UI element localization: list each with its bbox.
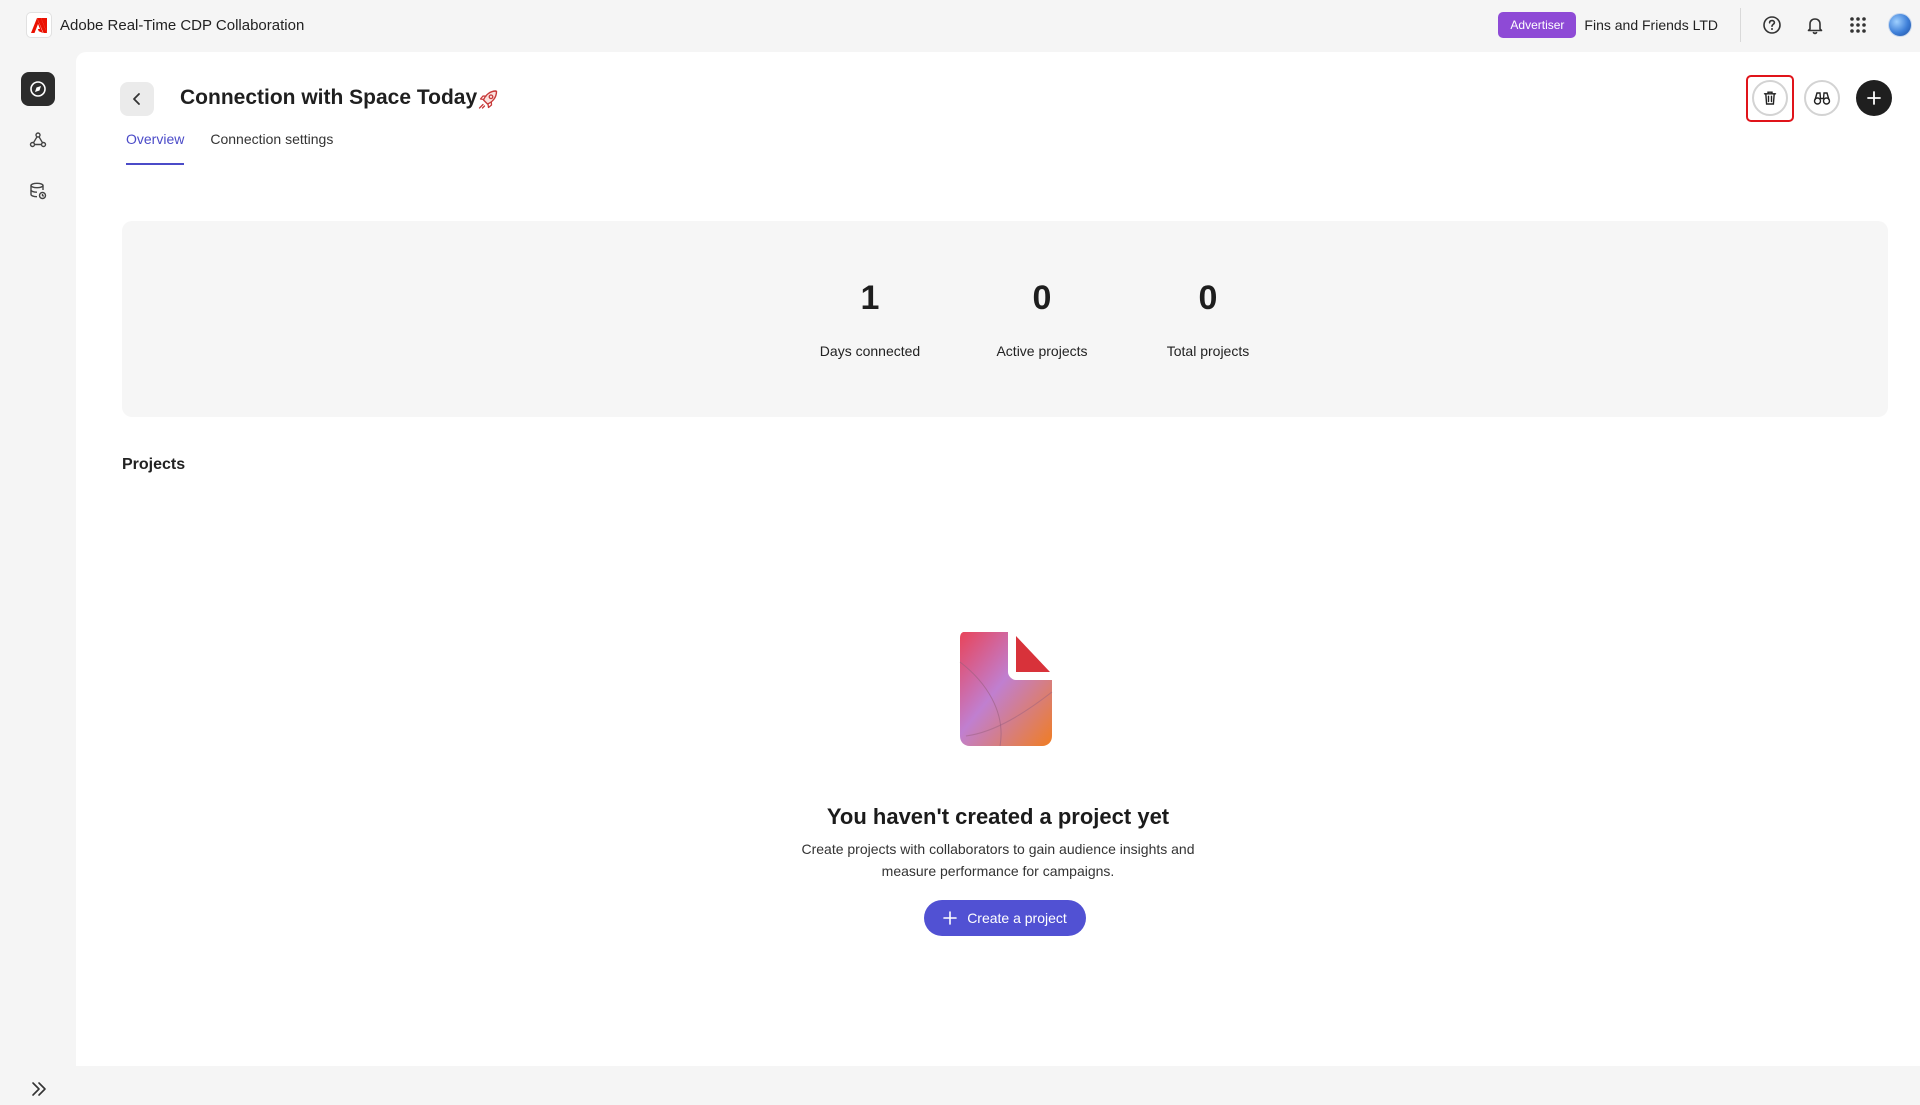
avatar[interactable] bbox=[1888, 13, 1912, 37]
stat-active-projects: 0 Active projects bbox=[962, 279, 1122, 359]
brand[interactable]: Adobe Real-Time CDP Collaboration bbox=[26, 12, 304, 38]
rocket-icon bbox=[474, 86, 502, 114]
plus-icon bbox=[943, 911, 957, 925]
stat-value: 0 bbox=[1032, 279, 1052, 317]
create-project-button[interactable]: Create a project bbox=[924, 900, 1086, 936]
chevron-double-right-icon[interactable] bbox=[28, 1078, 50, 1100]
stats-card: 1 Days connected 0 Active projects 0 Tot… bbox=[122, 221, 1888, 417]
page-title: Connection with Space Today bbox=[180, 86, 478, 109]
binoculars-button[interactable] bbox=[1804, 80, 1840, 116]
top-bar: Adobe Real-Time CDP Collaboration Advert… bbox=[0, 0, 1920, 50]
delete-button[interactable] bbox=[1752, 80, 1788, 116]
bell-icon[interactable] bbox=[1800, 10, 1830, 40]
stat-value: 0 bbox=[1198, 279, 1218, 317]
help-icon[interactable] bbox=[1757, 10, 1787, 40]
empty-document-icon bbox=[956, 632, 1056, 747]
connections-icon[interactable] bbox=[21, 123, 55, 157]
back-button[interactable] bbox=[120, 82, 154, 116]
stat-label: Active projects bbox=[996, 343, 1088, 359]
stat-label: Total projects bbox=[1166, 343, 1250, 359]
tab-bar: Overview Connection settings bbox=[126, 131, 359, 165]
stat-label: Days connected bbox=[819, 343, 921, 359]
create-project-label: Create a project bbox=[967, 910, 1067, 926]
chevron-left-icon bbox=[133, 93, 140, 105]
empty-state-description: Create projects with collaborators to ga… bbox=[801, 841, 1195, 879]
add-icon bbox=[1867, 91, 1881, 105]
binoculars-icon bbox=[1813, 92, 1831, 105]
empty-state-title: You haven't created a project yet bbox=[826, 804, 1170, 829]
delete-icon bbox=[1763, 91, 1777, 105]
apps-grid-icon[interactable] bbox=[1843, 10, 1873, 40]
add-button[interactable] bbox=[1856, 80, 1892, 116]
collaboration-home-icon[interactable] bbox=[21, 72, 55, 106]
org-name[interactable]: Fins and Friends LTD bbox=[1584, 17, 1718, 33]
stat-value: 1 bbox=[860, 279, 880, 317]
main-panel: Connection with Space Today Overview Con… bbox=[76, 52, 1920, 1066]
app-title: Adobe Real-Time CDP Collaboration bbox=[60, 16, 305, 34]
tab-overview[interactable]: Overview bbox=[126, 131, 185, 165]
stat-total-projects: 0 Total projects bbox=[1128, 279, 1288, 359]
divider bbox=[1740, 8, 1741, 42]
data-sources-icon[interactable] bbox=[21, 174, 55, 208]
left-rail bbox=[0, 50, 76, 1096]
projects-section-title: Projects bbox=[122, 456, 186, 473]
tab-connection-settings[interactable]: Connection settings bbox=[210, 131, 333, 165]
role-badge[interactable]: Advertiser bbox=[1498, 12, 1577, 38]
top-right-controls: Advertiser Fins and Friends LTD bbox=[1498, 0, 1920, 50]
stat-days-connected: 1 Days connected bbox=[790, 279, 950, 359]
adobe-logo-icon bbox=[26, 12, 52, 38]
